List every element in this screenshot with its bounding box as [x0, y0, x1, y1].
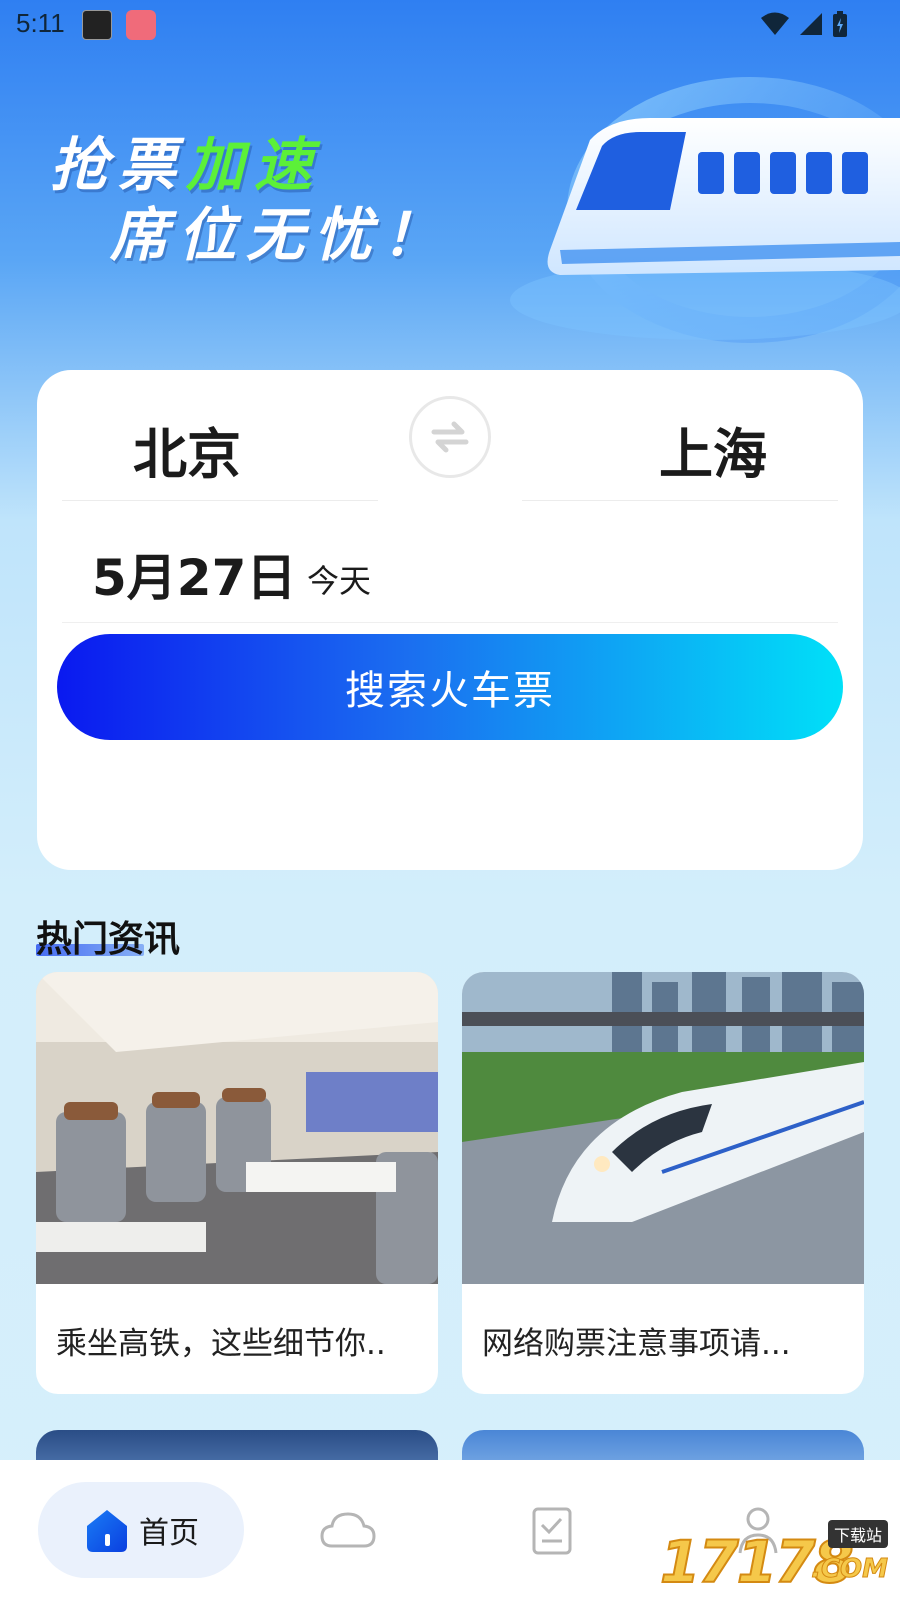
watermark-suffix: .COM [811, 1554, 889, 1585]
promo-banner[interactable]: 抢票加速 席位无忧！ [0, 50, 900, 370]
banner-slogan-line2: 席位无忧！ [110, 201, 451, 269]
tab-home-label: 首页 [139, 1516, 199, 1551]
divider [62, 500, 378, 501]
clock-widget-notification-icon [82, 10, 112, 40]
app-notification-icon [126, 10, 156, 40]
section-title: 热门资讯 [36, 919, 181, 960]
train-illustration [510, 77, 900, 343]
swap-cities-button[interactable] [409, 396, 491, 478]
train-interior-image [36, 972, 438, 1284]
news-title: 乘坐高铁，这些细节你.. [56, 1326, 386, 1362]
departure-city[interactable]: 北京 [133, 410, 241, 489]
search-tickets-button[interactable]: 搜索火车票 [57, 634, 843, 740]
wifi-icon [761, 12, 789, 35]
watermark-tag: 下载站 [827, 1520, 888, 1548]
clipboard-check-icon [532, 1507, 572, 1555]
site-watermark-logo: 17178 下载站 .COM [659, 1520, 892, 1597]
news-title: 网络购票注意事项请... [482, 1326, 791, 1362]
arrival-city[interactable]: 上海 [659, 410, 767, 489]
status-bar: 5:11 [0, 0, 900, 50]
divider [62, 622, 838, 623]
date-hint: 今天 [307, 562, 372, 600]
ticket-search-card: 北京 上海 5月27日 今天 搜索火车票 [37, 370, 863, 870]
tab-orders[interactable] [504, 1482, 600, 1578]
cloud-icon [320, 1512, 376, 1548]
status-time: 5:11 [16, 8, 65, 38]
tab-weather[interactable] [300, 1482, 396, 1578]
battery-icon [833, 11, 847, 37]
status-icons [760, 10, 848, 38]
news-card[interactable]: 网络购票注意事项请... [462, 972, 864, 1394]
divider [522, 500, 838, 501]
news-card[interactable]: 乘坐高铁，这些细节你.. [36, 972, 438, 1394]
swap-icon [431, 421, 469, 453]
high-speed-train-image [462, 972, 864, 1284]
home-icon [87, 1510, 127, 1552]
departure-date[interactable]: 5月27日 [92, 538, 296, 610]
signal-icon [800, 13, 822, 35]
tab-home[interactable]: 首页 [38, 1482, 244, 1578]
